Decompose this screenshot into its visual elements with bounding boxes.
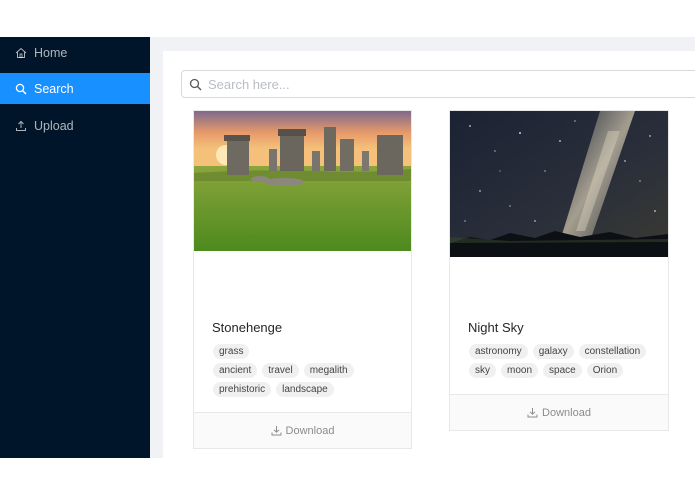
tag[interactable]: megalith xyxy=(303,363,354,378)
search-icon xyxy=(189,78,202,91)
search-input[interactable] xyxy=(208,76,688,92)
search-icon xyxy=(15,83,27,95)
tag[interactable]: moon xyxy=(501,363,539,378)
card-image[interactable] xyxy=(450,111,668,257)
tag[interactable]: ancient xyxy=(213,363,258,378)
upload-icon xyxy=(15,120,27,132)
tag[interactable]: prehistoric xyxy=(213,382,272,397)
image-card-night-sky[interactable]: Night Sky astronomy galaxy constellation… xyxy=(449,110,669,431)
image-card-stonehenge[interactable]: Stonehenge grass ancient travel megalith… xyxy=(193,110,412,449)
download-button[interactable]: Download xyxy=(450,394,668,430)
sidebar-item-label: Upload xyxy=(34,118,74,133)
tag-list: grass ancient travel megalith prehistori… xyxy=(213,344,403,401)
app-shell: Home Search Upload Search here... Stoneh… xyxy=(0,37,695,458)
download-icon xyxy=(527,407,538,418)
tag[interactable]: grass xyxy=(213,344,250,359)
sidebar-item-home[interactable]: Home xyxy=(0,37,150,68)
tag[interactable]: space xyxy=(543,363,582,378)
download-label: Download xyxy=(285,424,335,437)
download-icon xyxy=(271,425,282,436)
card-title: Night Sky xyxy=(468,320,524,335)
main-content: Stonehenge grass ancient travel megalith… xyxy=(163,51,695,458)
sidebar-item-upload[interactable]: Upload xyxy=(0,110,150,141)
sidebar-item-search[interactable]: Search xyxy=(0,73,150,104)
tag[interactable]: galaxy xyxy=(532,344,574,359)
tag[interactable]: landscape xyxy=(276,382,334,397)
tag[interactable]: sky xyxy=(469,363,496,378)
tag[interactable]: Orion xyxy=(586,363,624,378)
tag[interactable]: constellation xyxy=(578,344,647,359)
tag-list: astronomy galaxy constellation sky moon … xyxy=(469,344,669,382)
home-icon xyxy=(15,47,27,59)
card-image[interactable] xyxy=(194,111,411,251)
card-title: Stonehenge xyxy=(212,320,283,335)
search-box[interactable] xyxy=(181,70,695,98)
download-label: Download xyxy=(542,406,591,419)
sidebar: Home Search Upload xyxy=(0,37,150,458)
tag[interactable]: astronomy xyxy=(469,344,528,359)
tag[interactable]: travel xyxy=(262,363,299,378)
sidebar-item-label: Search xyxy=(34,81,74,96)
download-button[interactable]: Download xyxy=(194,412,411,448)
sidebar-item-label: Home xyxy=(34,45,68,60)
